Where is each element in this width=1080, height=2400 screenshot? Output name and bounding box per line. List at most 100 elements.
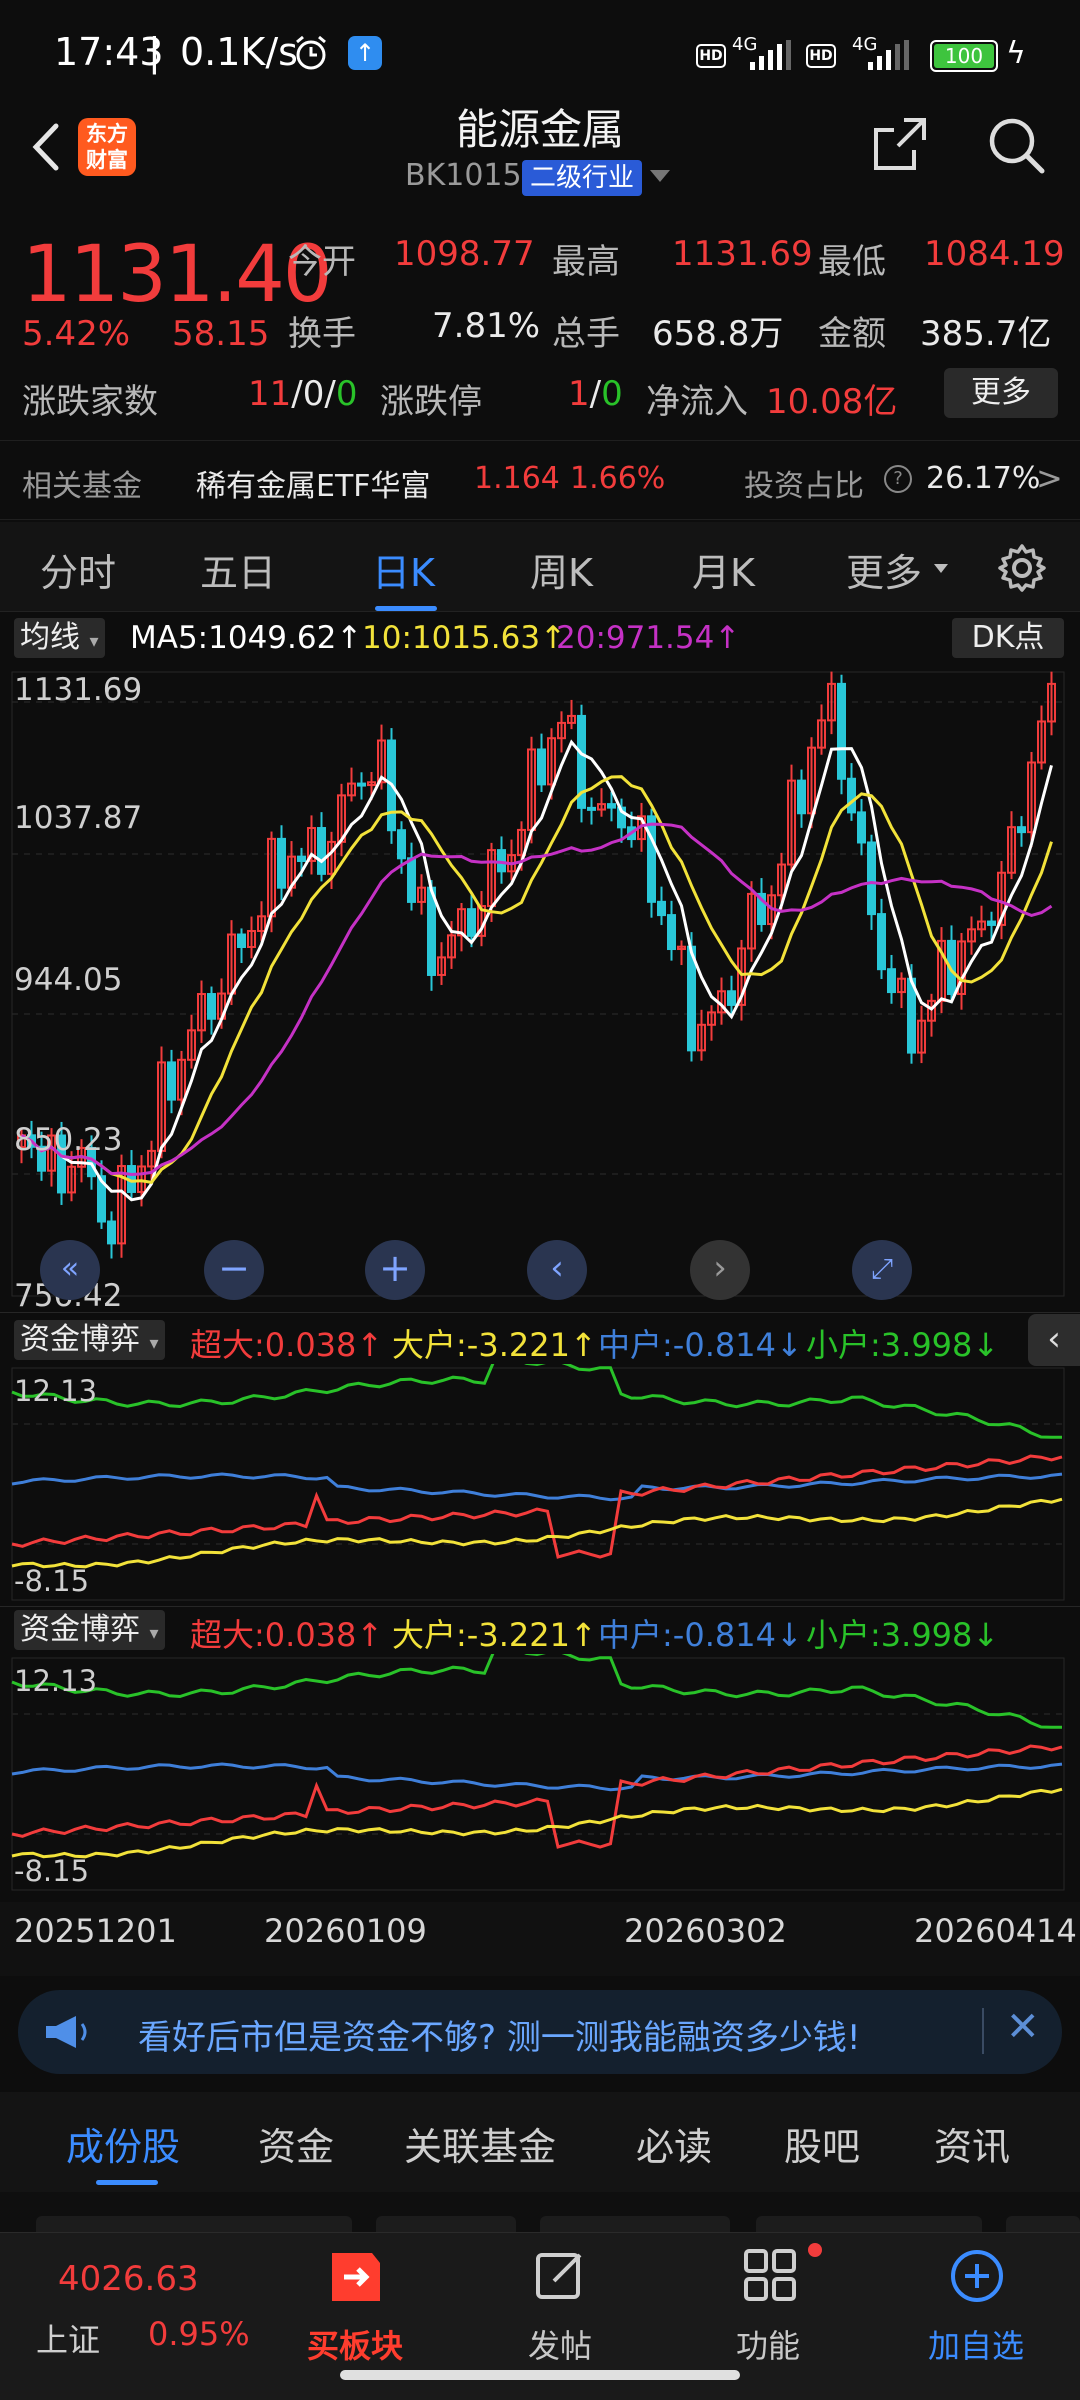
fund-flow-chart-1[interactable]: [0, 1364, 1080, 1604]
nav-add-watchlist[interactable]: 加自选: [876, 2233, 1076, 2365]
mid-legend-1: 中户:-0.814↓: [598, 1326, 803, 1364]
flow-line: [11, 1472, 1063, 1502]
related-fund-label: 相关基金: [22, 469, 142, 504]
open-value: 1098.77: [394, 234, 535, 274]
candle-body: [1017, 826, 1026, 834]
fullscreen-button[interactable]: ⤢: [852, 1240, 912, 1300]
big-value-1: 大户:-3.221: [392, 1326, 570, 1364]
fund-flow-select-1[interactable]: 资金博弈 ▾: [14, 1320, 165, 1360]
tab-five-day[interactable]: 五日: [200, 542, 276, 597]
flow-line: [11, 1762, 1063, 1792]
search-icon[interactable]: [985, 114, 1047, 176]
fund-price: 1.164: [474, 461, 560, 496]
header: 东方 财富 能源金属 BK1015 二级行业: [0, 90, 1080, 210]
amount-value: 385.7亿: [920, 314, 1052, 354]
sector-level-tag[interactable]: 二级行业: [522, 160, 643, 196]
more-button[interactable]: 更多: [944, 368, 1058, 418]
flow-line: [11, 1654, 1062, 1729]
nav-post[interactable]: 发帖: [460, 2233, 660, 2365]
nav-buy-sector[interactable]: 买板块: [270, 2233, 440, 2365]
active-content-tab-indicator: [96, 2180, 158, 2185]
signal-icon-2: [868, 40, 909, 70]
indicator-select[interactable]: 均线 ▾: [14, 618, 105, 658]
mid-value-1: 中户:-0.814: [598, 1326, 776, 1364]
candle-body: [537, 748, 546, 786]
tab-monthly-k[interactable]: 月K: [692, 542, 755, 597]
status-bar: 17:43 | 0.1K/s ↑ HD 4G HD 4G 100 ϟ: [0, 0, 1080, 90]
limit-up-count: 1: [568, 374, 590, 414]
tab-intraday[interactable]: 分时: [40, 542, 116, 597]
ma5-value: MA5:1049.62: [130, 620, 337, 656]
index-percent: 0.95%: [148, 2315, 250, 2353]
tab-daily-k[interactable]: 日K: [372, 542, 435, 597]
tab-forum[interactable]: 股吧: [784, 2116, 860, 2171]
caret-down-icon[interactable]: [934, 564, 948, 573]
scroll-right-button[interactable]: ›: [690, 1240, 750, 1300]
chevron-right-icon[interactable]: >: [1036, 459, 1063, 497]
candle-body: [877, 913, 886, 971]
tab-weekly-k[interactable]: 周K: [530, 542, 593, 597]
down-count: 0: [335, 374, 358, 414]
small-legend-2: 小户:3.998↓: [806, 1616, 1000, 1654]
home-indicator[interactable]: [340, 2370, 740, 2380]
financing-banner[interactable]: 看好后市但是资金不够? 测一测我能融资多少钱! ✕: [18, 1990, 1062, 2074]
tab-news[interactable]: 资讯: [934, 2116, 1010, 2171]
chart-area[interactable]: 均线 ▾ MA5:1049.62↑ 10:1015.63↑ 20:971.54↑…: [0, 612, 1080, 1982]
limit-counts: 1/0: [568, 374, 623, 414]
close-icon[interactable]: ✕: [1006, 2004, 1040, 2050]
tab-related-funds[interactable]: 关联基金: [404, 2116, 556, 2171]
netflow-value: 10.08亿: [766, 382, 898, 422]
nav-functions[interactable]: 功能: [668, 2233, 868, 2365]
tab-must-read[interactable]: 必读: [636, 2116, 712, 2171]
x-label-4: 20260414: [914, 1912, 1077, 1950]
zoom-out-button[interactable]: −: [204, 1240, 264, 1300]
add-circle-icon: [951, 2250, 1003, 2302]
nav-add-watchlist-label: 加自选: [927, 2327, 1024, 2365]
settings-gear-icon[interactable]: [996, 542, 1048, 594]
ma20-value: 20:971.54: [556, 620, 715, 656]
mid-value-2: 中户:-0.814: [598, 1616, 776, 1654]
up-count: 11: [248, 374, 292, 414]
candle-body: [607, 803, 616, 809]
candle-body: [277, 837, 286, 889]
candle-body: [587, 806, 596, 811]
scroll-left-fast-button[interactable]: «: [40, 1240, 100, 1300]
amount-label: 金额: [818, 314, 886, 354]
hd-icon: HD: [696, 44, 726, 68]
dk-point-button[interactable]: DK点: [952, 618, 1064, 658]
fund-name[interactable]: 稀有金属ETF华富: [196, 461, 431, 505]
big-legend-2: 大户:-3.221↑: [392, 1616, 597, 1654]
y-label-2: 1037.87: [14, 800, 143, 836]
candle-body: [107, 1220, 116, 1245]
help-icon[interactable]: ?: [884, 465, 912, 493]
zoom-in-button[interactable]: +: [365, 1240, 425, 1300]
moving-average-line: [20, 739, 1053, 1202]
tab-constituents[interactable]: 成份股: [66, 2116, 180, 2171]
fund-flow-select-2[interactable]: 资金博弈 ▾: [14, 1610, 165, 1650]
chevron-down-icon[interactable]: [650, 170, 670, 182]
flow-y-bottom-2: -8.15: [14, 1854, 90, 1888]
fund-flow-chart-2[interactable]: [0, 1654, 1080, 1894]
x-label-1: 20251201: [14, 1912, 177, 1950]
high-value: 1131.69: [672, 234, 813, 274]
scroll-left-button[interactable]: ‹: [527, 1240, 587, 1300]
y-label-1: 1131.69: [14, 672, 143, 708]
edit-post-icon: [536, 2253, 582, 2299]
change-amount: 58.15: [172, 314, 270, 354]
share-icon[interactable]: [870, 114, 930, 174]
tab-more[interactable]: 更多: [846, 542, 922, 597]
tab-capital[interactable]: 资金: [258, 2116, 334, 2171]
fund-flow-select-label-1: 资金博弈: [20, 1322, 140, 1357]
small-value-1: 小户:3.998: [806, 1326, 973, 1364]
volume-value: 658.8万: [652, 314, 784, 354]
candle-body: [837, 682, 846, 780]
banner-text[interactable]: 看好后市但是资金不够? 测一测我能融资多少钱!: [138, 2010, 860, 2059]
kline-chart[interactable]: [0, 664, 1080, 1324]
buy-sector-icon: [332, 2253, 380, 2301]
candle-body: [497, 849, 506, 873]
nav-functions-label: 功能: [735, 2327, 800, 2365]
charging-icon: ϟ: [1006, 36, 1026, 71]
collapse-panel-button[interactable]: ‹: [1028, 1314, 1080, 1366]
related-fund-row[interactable]: 相关基金 稀有金属ETF华富 1.164 1.66% 投资占比 ? 26.17%…: [0, 440, 1080, 520]
index-ticker[interactable]: 4026.63 上证 0.95%: [0, 2233, 270, 2363]
